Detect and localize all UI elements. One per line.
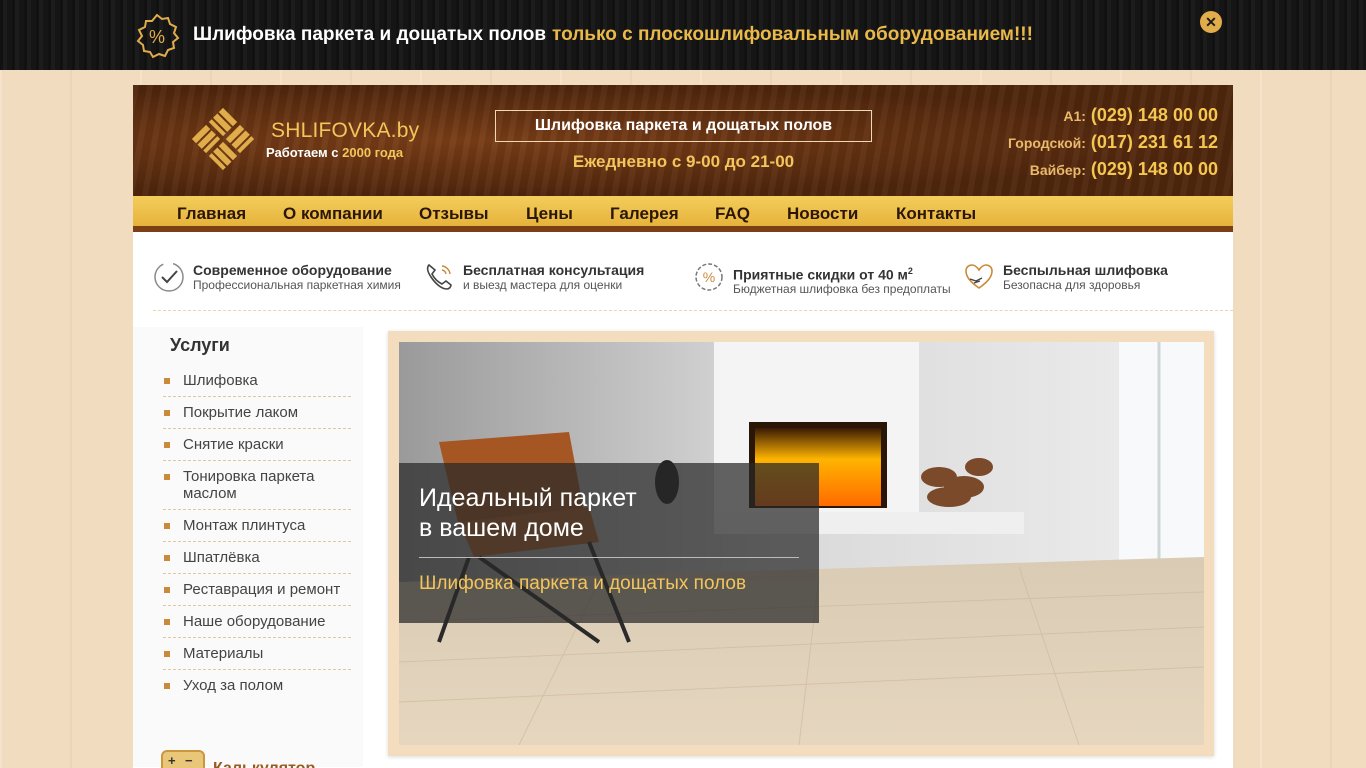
slider-caption: Идеальный паркет в вашем доме Шлифовка п…: [399, 463, 819, 623]
sidebar-item-restoration[interactable]: Реставрация и ремонт: [163, 574, 351, 606]
working-hours: Ежедневно с 9-00 до 21-00: [572, 152, 795, 171]
feature-subtitle: Бюджетная шлифовка без предоплаты: [733, 282, 951, 296]
feature-subtitle: Профессиональная паркетная химия: [193, 278, 401, 292]
phone-city[interactable]: Городской: (017) 231 61 12: [1008, 132, 1218, 154]
promo-text-main: Шлифовка паркета и дощатых полов: [193, 24, 547, 45]
phone-label: A1:: [1063, 108, 1086, 124]
hero-slider[interactable]: Идеальный паркет в вашем доме Шлифовка п…: [388, 331, 1214, 756]
nav-item-prices[interactable]: Цены: [526, 204, 573, 224]
phone-number: (029) 148 00 00: [1090, 105, 1218, 125]
logo-domain: .by: [390, 119, 420, 142]
sidebar-item-varnish[interactable]: Покрытие лаком: [163, 397, 351, 429]
close-promo-button[interactable]: ✕: [1200, 11, 1222, 33]
logo-name[interactable]: SHLIFOVKA.by: [271, 119, 419, 143]
feature-subtitle: Безопасна для здоровья: [1003, 278, 1141, 292]
phone-a1[interactable]: A1: (029) 148 00 00: [1008, 105, 1218, 127]
calculator-link[interactable]: Калькулятор: [213, 760, 315, 768]
phone-label: Вайбер:: [1029, 162, 1086, 178]
site-header: SHLIFOVKA.by Работаем с 2000 года Шлифов…: [133, 85, 1233, 196]
phone-list: A1: (029) 148 00 00 Городской: (017) 231 6…: [1008, 105, 1218, 186]
sidebar-item-equipment[interactable]: Наше оборудование: [163, 606, 351, 638]
heart-hands-icon: [965, 264, 993, 289]
check-circle-icon: [154, 262, 184, 292]
nav-item-news[interactable]: Новости: [787, 204, 858, 224]
page-wrapper: SHLIFOVKA.by Работаем с 2000 года Шлифов…: [133, 85, 1233, 768]
percent-badge-icon: %: [695, 263, 723, 291]
parquet-logo-icon[interactable]: [189, 105, 257, 173]
features-row: Современное оборудование Профессиональна…: [153, 253, 1233, 311]
logo-tagline-year: 2000 года: [342, 145, 404, 160]
logo-tagline: Работаем с 2000 года: [266, 145, 403, 160]
nav-item-gallery[interactable]: Галерея: [610, 204, 679, 224]
main-nav: Главная О компании Отзывы Цены Галерея F…: [133, 196, 1233, 232]
svg-text:%: %: [149, 27, 165, 47]
sidebar-item-baseboard[interactable]: Монтаж плинтуса: [163, 510, 351, 542]
header-slogan-box: Шлифовка паркета и дощатых полов: [495, 110, 872, 142]
feature-subtitle: и выезд мастера для оценки: [463, 278, 623, 292]
slider-title: Идеальный паркет в вашем доме: [419, 484, 637, 542]
nav-item-about[interactable]: О компании: [283, 204, 383, 224]
promo-text-highlight: только с плоскошлифовальным оборудование…: [552, 24, 1033, 45]
feature-title-text: Приятные скидки от 40 м: [733, 266, 908, 283]
services-sidebar: Услуги Шлифовка Покрытие лаком Снятие кр…: [133, 327, 363, 768]
nav-item-reviews[interactable]: Отзывы: [419, 204, 489, 224]
percent-badge-icon: %: [136, 13, 180, 59]
sidebar-item-paint-removal[interactable]: Снятие краски: [163, 429, 351, 461]
caption-divider: [419, 557, 799, 558]
feature-title: Бесплатная консультация: [463, 262, 645, 278]
sidebar-item-putty[interactable]: Шпатлёвка: [163, 542, 351, 574]
phone-label: Городской:: [1008, 135, 1086, 151]
logo-name-text: SHLIFOVKA: [271, 119, 391, 142]
sidebar-item-grinding[interactable]: Шлифовка: [163, 365, 351, 397]
nav-item-contacts[interactable]: Контакты: [896, 204, 976, 224]
phone-number: (029) 148 00 00: [1090, 159, 1218, 179]
promo-text: Шлифовка паркета и дощатых полов только с…: [193, 24, 1033, 46]
feature-title-sup: 2: [907, 266, 913, 276]
promo-bar: % Шлифовка паркета и дощатых полов только…: [0, 0, 1366, 70]
feature-title: Приятные скидки от 40 м2: [733, 266, 913, 283]
calculator-icon[interactable]: + −: [161, 750, 205, 768]
feature-title: Беспыльная шлифовка: [1003, 262, 1168, 278]
phone-viber[interactable]: Вайбер: (029) 148 00 00: [1008, 159, 1218, 181]
nav-item-faq[interactable]: FAQ: [715, 204, 750, 224]
services-list: Шлифовка Покрытие лаком Снятие краски То…: [163, 365, 351, 701]
feature-title: Современное оборудование: [193, 262, 392, 278]
sidebar-title: Услуги: [170, 335, 230, 355]
nav-item-home[interactable]: Главная: [177, 204, 246, 224]
sidebar-item-care[interactable]: Уход за полом: [163, 670, 351, 701]
phone-number: (017) 231 61 12: [1090, 132, 1218, 152]
phone-icon: [426, 263, 452, 290]
logo-tagline-prefix: Работаем с: [266, 145, 339, 160]
sidebar-item-materials[interactable]: Материалы: [163, 638, 351, 670]
svg-text:%: %: [703, 269, 715, 285]
sidebar-item-oil-toning[interactable]: Тонировка паркета маслом: [163, 461, 351, 510]
slider-subtitle[interactable]: Шлифовка паркета и дощатых полов: [419, 573, 746, 595]
